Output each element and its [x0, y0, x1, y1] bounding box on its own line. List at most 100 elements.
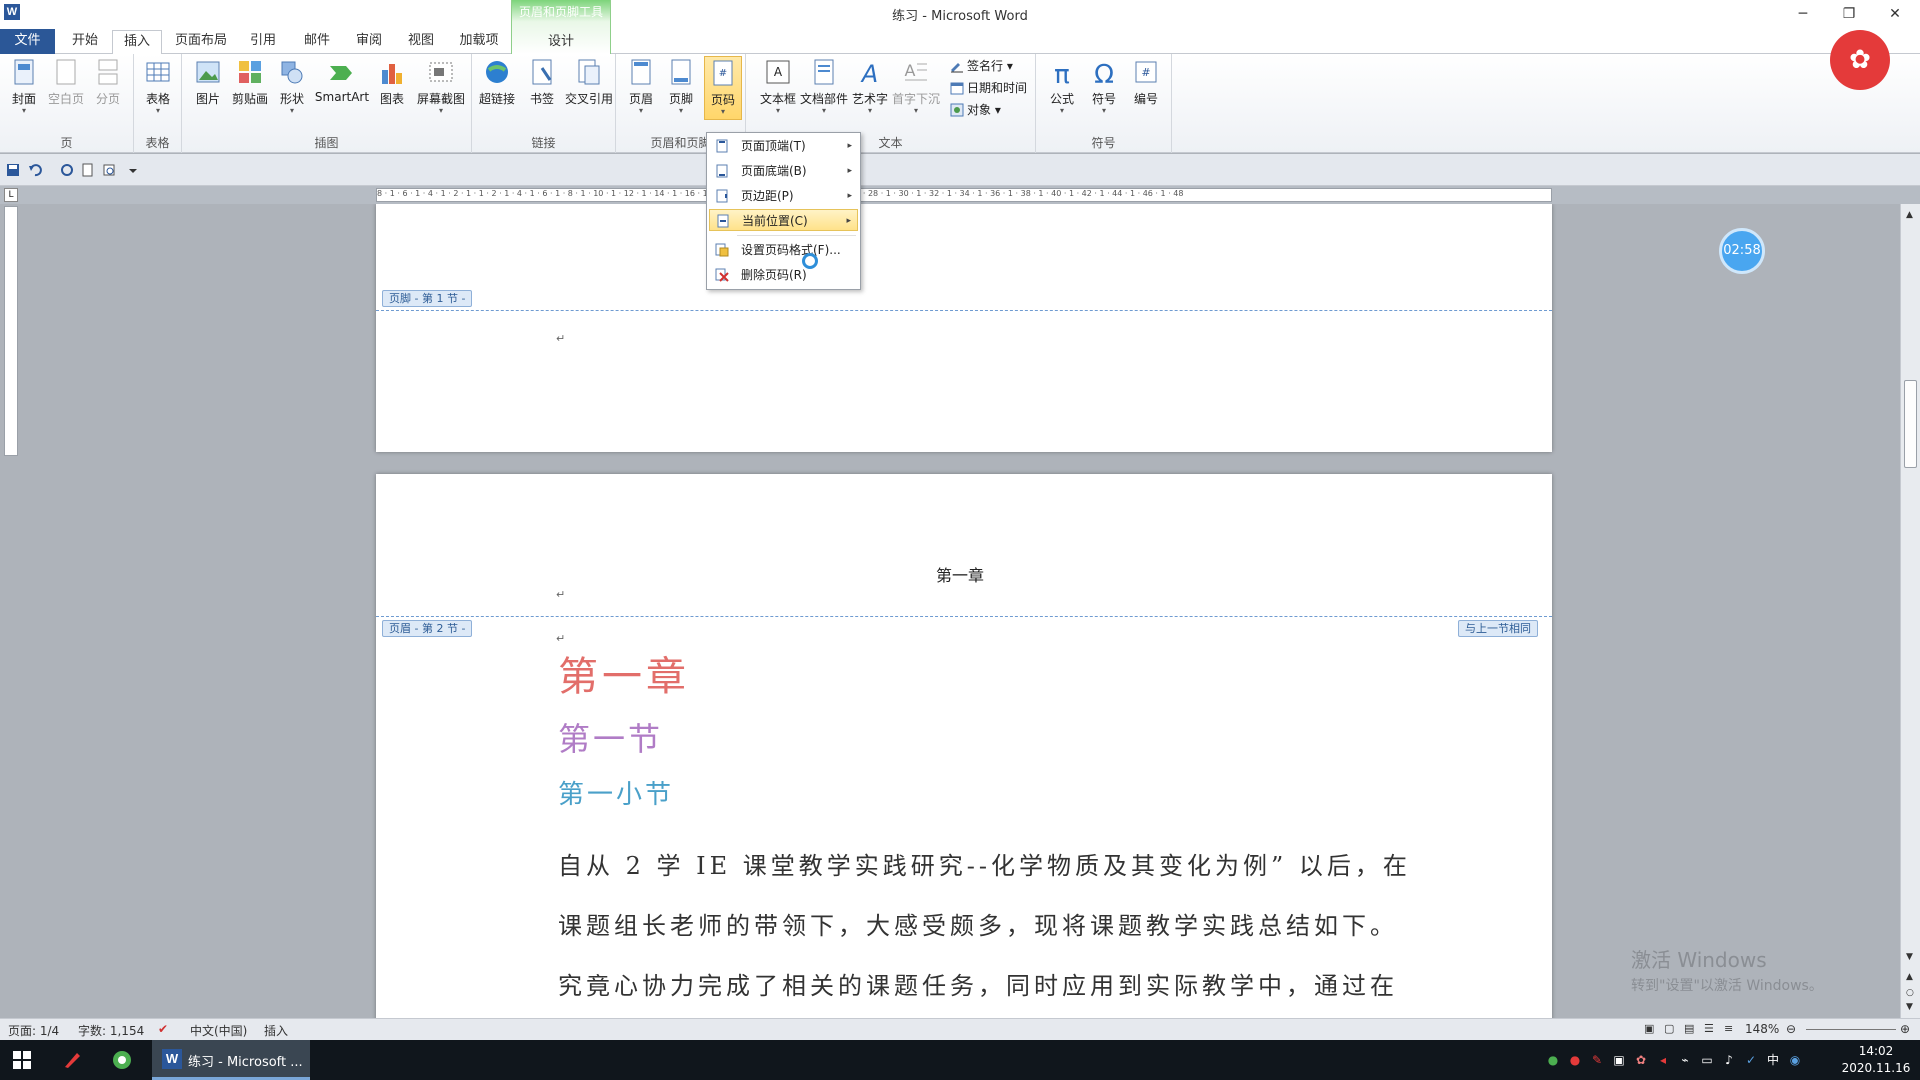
windows-start-icon[interactable]: [12, 1050, 32, 1070]
zoom-in-icon[interactable]: ⊕: [1900, 1022, 1910, 1036]
tab-insert[interactable]: 插入: [112, 30, 162, 56]
bookmark-button[interactable]: 书签: [522, 56, 562, 120]
scroll-up-arrow-icon[interactable]: ▲: [1906, 210, 1913, 220]
object-button[interactable]: 对象 ▾: [950, 100, 1001, 120]
menu-item-format-page-numbers[interactable]: 设置页码格式(F)...: [709, 239, 858, 261]
previous-page-icon[interactable]: ▲: [1906, 972, 1913, 982]
heading-1[interactable]: 第一章: [558, 644, 690, 702]
tab-addins[interactable]: 加载项: [452, 30, 506, 54]
language[interactable]: 中文(中国): [190, 1022, 247, 1039]
full-screen-view-icon[interactable]: ▢: [1664, 1022, 1674, 1035]
smartart-button[interactable]: SmartArt: [314, 56, 370, 120]
equation-button[interactable]: π 公式 ▾: [1042, 56, 1082, 120]
tab-references[interactable]: 引用: [240, 30, 286, 54]
tab-design[interactable]: 设计: [512, 30, 610, 49]
zoom-slider[interactable]: [1806, 1029, 1896, 1030]
menu-item-current-position[interactable]: 当前位置(C) ▸: [709, 209, 858, 231]
page-break-button[interactable]: 分页: [88, 56, 128, 120]
print-layout-view-icon[interactable]: ▣: [1644, 1022, 1654, 1035]
menu-item-bottom-of-page[interactable]: 页面底端(B) ▸: [709, 160, 858, 182]
tray-pen-icon[interactable]: ✎: [1589, 1052, 1605, 1068]
tray-app-icon[interactable]: ●: [1545, 1052, 1561, 1068]
tray-battery-icon[interactable]: ▭: [1699, 1052, 1715, 1068]
vertical-ruler[interactable]: [4, 206, 18, 456]
select-browse-object-icon[interactable]: ○: [1906, 988, 1914, 998]
heading-3[interactable]: 第一小节: [558, 774, 674, 811]
quick-parts-button[interactable]: 文档部件 ▾: [800, 56, 848, 120]
draft-view-icon[interactable]: ≡: [1724, 1022, 1733, 1035]
table-button[interactable]: 表格 ▾: [138, 56, 178, 120]
header-button[interactable]: 页眉 ▾: [622, 56, 660, 120]
annotation-tool-icon[interactable]: [62, 1050, 82, 1070]
textbox-button[interactable]: A 文本框 ▾: [758, 56, 798, 120]
outline-view-icon[interactable]: ☰: [1704, 1022, 1714, 1035]
tab-view[interactable]: 视图: [398, 30, 444, 54]
cover-page-button[interactable]: 封面 ▾: [4, 56, 44, 120]
menu-item-remove-page-numbers[interactable]: 删除页码(R): [709, 264, 858, 286]
insert-mode[interactable]: 插入: [264, 1022, 288, 1039]
vertical-scrollbar[interactable]: ▲ ▼ ▲ ○ ▼: [1900, 204, 1920, 1018]
header-text[interactable]: 第一章: [936, 562, 984, 586]
new-document-icon[interactable]: [80, 163, 94, 177]
tab-page-layout[interactable]: 页面布局: [168, 30, 234, 54]
body-text-line[interactable]: 课题组长老师的带领下，大感受颇多，现将课题教学实践总结如下。: [558, 906, 1398, 941]
screenshot-button[interactable]: 屏幕截图 ▾: [414, 56, 468, 120]
tab-review[interactable]: 审阅: [346, 30, 392, 54]
symbol-button[interactable]: Ω 符号 ▾: [1084, 56, 1124, 120]
ime-indicator[interactable]: 中: [1765, 1052, 1781, 1068]
signature-line-button[interactable]: 签名行 ▾: [950, 56, 1013, 76]
drop-cap-button[interactable]: A 首字下沉 ▾: [892, 56, 940, 120]
tray-arrow-icon[interactable]: ◂: [1655, 1052, 1671, 1068]
web-layout-view-icon[interactable]: ▤: [1684, 1022, 1694, 1035]
tray-flower-icon[interactable]: ✿: [1633, 1052, 1649, 1068]
cross-reference-button[interactable]: 交叉引用: [564, 56, 614, 120]
page-1[interactable]: 页脚 - 第 1 节 - ↵: [376, 204, 1552, 452]
redo-icon[interactable]: [60, 163, 74, 177]
hyperlink-button[interactable]: 超链接: [474, 56, 520, 120]
minimize-button[interactable]: ─: [1780, 0, 1826, 28]
shapes-button[interactable]: 形状 ▾: [272, 56, 312, 120]
tab-file[interactable]: 文件: [0, 29, 55, 54]
undo-icon[interactable]: [28, 163, 42, 177]
next-page-icon[interactable]: ▼: [1906, 1002, 1913, 1012]
taskbar-word-window[interactable]: W 练习 - Microsoft ...: [152, 1040, 310, 1080]
scroll-thumb[interactable]: [1904, 380, 1917, 468]
tray-check-icon[interactable]: ✓: [1743, 1052, 1759, 1068]
blank-page-button[interactable]: 空白页: [46, 56, 86, 120]
mascot-avatar-icon[interactable]: ✿: [1830, 30, 1890, 90]
clipart-button[interactable]: 剪贴画: [230, 56, 270, 120]
word-count[interactable]: 字数: 1,154: [78, 1022, 144, 1039]
date-time-button[interactable]: 日期和时间: [950, 78, 1027, 98]
tray-q-icon[interactable]: ◉: [1787, 1052, 1803, 1068]
menu-item-top-of-page[interactable]: 页面顶端(T) ▸: [709, 135, 858, 157]
tray-volume-icon[interactable]: ♪: [1721, 1052, 1737, 1068]
app-green-icon[interactable]: [112, 1050, 132, 1070]
zoom-level[interactable]: 148%: [1745, 1022, 1779, 1036]
zoom-out-icon[interactable]: ⊖: [1786, 1022, 1796, 1036]
menu-item-page-margins[interactable]: 页边距(P) ▸: [709, 185, 858, 207]
tab-selector[interactable]: L: [4, 188, 18, 202]
wordart-button[interactable]: A 艺术字 ▾: [850, 56, 890, 120]
page-number-button[interactable]: # 页码 ▾: [704, 56, 742, 120]
close-button[interactable]: ✕: [1872, 0, 1918, 28]
tray-network-icon[interactable]: ⌁: [1677, 1052, 1693, 1068]
numbering-button[interactable]: # 编号: [1126, 56, 1166, 120]
tab-home[interactable]: 开始: [62, 30, 108, 54]
tray-record-icon[interactable]: ●: [1567, 1052, 1583, 1068]
restore-button[interactable]: ❐: [1826, 0, 1872, 28]
recording-timer[interactable]: 02:58: [1719, 228, 1765, 274]
chart-button[interactable]: 图表: [372, 56, 412, 120]
tray-screen-icon[interactable]: ▣: [1611, 1052, 1627, 1068]
print-preview-icon[interactable]: [102, 163, 116, 177]
proofing-icon[interactable]: ✔: [158, 1022, 168, 1036]
tab-mailings[interactable]: 邮件: [294, 30, 340, 54]
page-2[interactable]: 第一章 ↵ 页眉 - 第 2 节 - 与上一节相同 ↵ 第一章 第一节 第一小节…: [376, 474, 1552, 1018]
heading-2[interactable]: 第一节: [558, 714, 663, 760]
taskbar-clock[interactable]: 14:02 2020.11.16: [1836, 1043, 1916, 1077]
scroll-down-arrow-icon[interactable]: ▼: [1906, 952, 1913, 962]
body-text-line[interactable]: 自从 2 学 IE 课堂教学实践研究--化学物质及其变化为例” 以后，在: [558, 846, 1411, 881]
save-icon[interactable]: [6, 163, 20, 177]
footer-button[interactable]: 页脚 ▾: [662, 56, 700, 120]
body-text-line[interactable]: 究竟心协力完成了相关的课题任务，同时应用到实际教学中，通过在: [558, 966, 1398, 1001]
horizontal-ruler[interactable]: 8 · 1 · 6 · 1 · 4 · 1 · 2 · 1 · 1 · 2 · …: [376, 188, 1552, 202]
